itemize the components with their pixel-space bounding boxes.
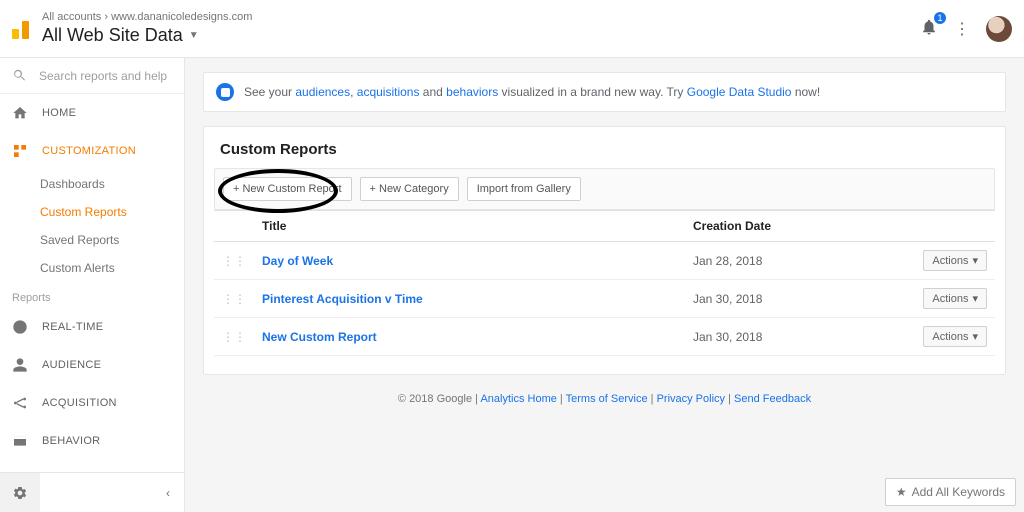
table-row: ⋮⋮ New Custom Report Jan 30, 2018 Action… bbox=[214, 318, 995, 356]
nav-saved-reports[interactable]: Saved Reports bbox=[0, 226, 184, 254]
footer-tos[interactable]: Terms of Service bbox=[566, 393, 648, 405]
nav-realtime[interactable]: REAL-TIME bbox=[0, 308, 184, 346]
col-title: Title bbox=[254, 211, 685, 242]
new-category-button[interactable]: + New Category bbox=[360, 177, 459, 201]
footer-analytics-home[interactable]: Analytics Home bbox=[480, 393, 556, 405]
report-date: Jan 28, 2018 bbox=[685, 242, 905, 280]
nav-behavior[interactable]: BEHAVIOR bbox=[0, 422, 184, 460]
promo-banner: See your audiences, acquisitions and beh… bbox=[203, 72, 1006, 112]
notification-badge: 1 bbox=[934, 12, 946, 24]
notifications-button[interactable]: 1 bbox=[920, 18, 938, 39]
nav-audience[interactable]: AUDIENCE bbox=[0, 346, 184, 384]
top-bar: All accounts › www.dananicoledesigns.com… bbox=[0, 0, 1024, 58]
star-icon: ★ bbox=[896, 485, 907, 499]
admin-gear-icon[interactable] bbox=[0, 473, 40, 512]
reports-table: Title Creation Date ⋮⋮ Day of Week Jan 2… bbox=[214, 210, 995, 356]
nav-dashboards[interactable]: Dashboards bbox=[0, 170, 184, 198]
nav-customization[interactable]: CUSTOMIZATION bbox=[0, 132, 184, 170]
link-audiences[interactable]: audiences bbox=[295, 85, 350, 99]
nav-custom-reports[interactable]: Custom Reports bbox=[0, 198, 184, 226]
collapse-sidebar-button[interactable]: ‹ bbox=[40, 473, 184, 512]
nav-custom-alerts[interactable]: Custom Alerts bbox=[0, 254, 184, 282]
chevron-down-icon: ▾ bbox=[972, 330, 978, 343]
report-link[interactable]: Pinterest Acquisition v Time bbox=[254, 280, 685, 318]
drag-handle-icon[interactable]: ⋮⋮ bbox=[214, 318, 254, 356]
view-title: All Web Site Data bbox=[42, 25, 183, 46]
nav-acquisition[interactable]: ACQUISITION bbox=[0, 384, 184, 422]
breadcrumb-site: www.dananicoledesigns.com bbox=[111, 11, 252, 23]
report-link[interactable]: Day of Week bbox=[254, 242, 685, 280]
chevron-down-icon: ▾ bbox=[972, 292, 978, 305]
actions-dropdown[interactable]: Actions ▾ bbox=[923, 288, 987, 309]
actions-dropdown[interactable]: Actions ▾ bbox=[923, 326, 987, 347]
footer: © 2018 Google | Analytics Home | Terms o… bbox=[203, 393, 1006, 405]
report-link[interactable]: New Custom Report bbox=[254, 318, 685, 356]
more-menu-icon[interactable]: ⋮ bbox=[954, 19, 970, 39]
custom-reports-card: Custom Reports + New Custom Report + New… bbox=[203, 126, 1006, 375]
breadcrumb-accounts: All accounts bbox=[42, 11, 101, 23]
reports-section-label: Reports bbox=[0, 282, 184, 308]
data-studio-icon bbox=[216, 83, 234, 101]
search-input[interactable]: Search reports and help bbox=[0, 58, 184, 94]
account-selector[interactable]: All accounts › www.dananicoledesigns.com… bbox=[42, 11, 252, 46]
avatar[interactable] bbox=[986, 16, 1012, 42]
chevron-down-icon: ▾ bbox=[972, 254, 978, 267]
col-date: Creation Date bbox=[685, 211, 905, 242]
nav-home[interactable]: HOME bbox=[0, 94, 184, 132]
link-acquisitions[interactable]: acquisitions bbox=[357, 85, 420, 99]
link-data-studio[interactable]: Google Data Studio bbox=[687, 85, 792, 99]
report-date: Jan 30, 2018 bbox=[685, 318, 905, 356]
actions-dropdown[interactable]: Actions ▾ bbox=[923, 250, 987, 271]
table-row: ⋮⋮ Day of Week Jan 28, 2018 Actions ▾ bbox=[214, 242, 995, 280]
table-row: ⋮⋮ Pinterest Acquisition v Time Jan 30, … bbox=[214, 280, 995, 318]
sidebar: Search reports and help HOME CUSTOMIZATI… bbox=[0, 58, 185, 512]
new-custom-report-button[interactable]: + New Custom Report bbox=[223, 177, 352, 201]
import-gallery-button[interactable]: Import from Gallery bbox=[467, 177, 581, 201]
breadcrumb: All accounts › www.dananicoledesigns.com bbox=[42, 11, 252, 23]
add-all-keywords-button[interactable]: ★ Add All Keywords bbox=[885, 478, 1016, 506]
drag-handle-icon[interactable]: ⋮⋮ bbox=[214, 242, 254, 280]
search-placeholder: Search reports and help bbox=[39, 69, 167, 83]
analytics-logo-icon bbox=[12, 19, 32, 39]
chevron-down-icon: ▼ bbox=[189, 30, 199, 41]
toolbar: + New Custom Report + New Category Impor… bbox=[214, 168, 995, 210]
report-date: Jan 30, 2018 bbox=[685, 280, 905, 318]
link-behaviors[interactable]: behaviors bbox=[446, 85, 498, 99]
content-area: See your audiences, acquisitions and beh… bbox=[185, 58, 1024, 512]
footer-feedback[interactable]: Send Feedback bbox=[734, 393, 811, 405]
page-title: Custom Reports bbox=[204, 127, 1005, 168]
drag-handle-icon[interactable]: ⋮⋮ bbox=[214, 280, 254, 318]
footer-privacy[interactable]: Privacy Policy bbox=[657, 393, 725, 405]
